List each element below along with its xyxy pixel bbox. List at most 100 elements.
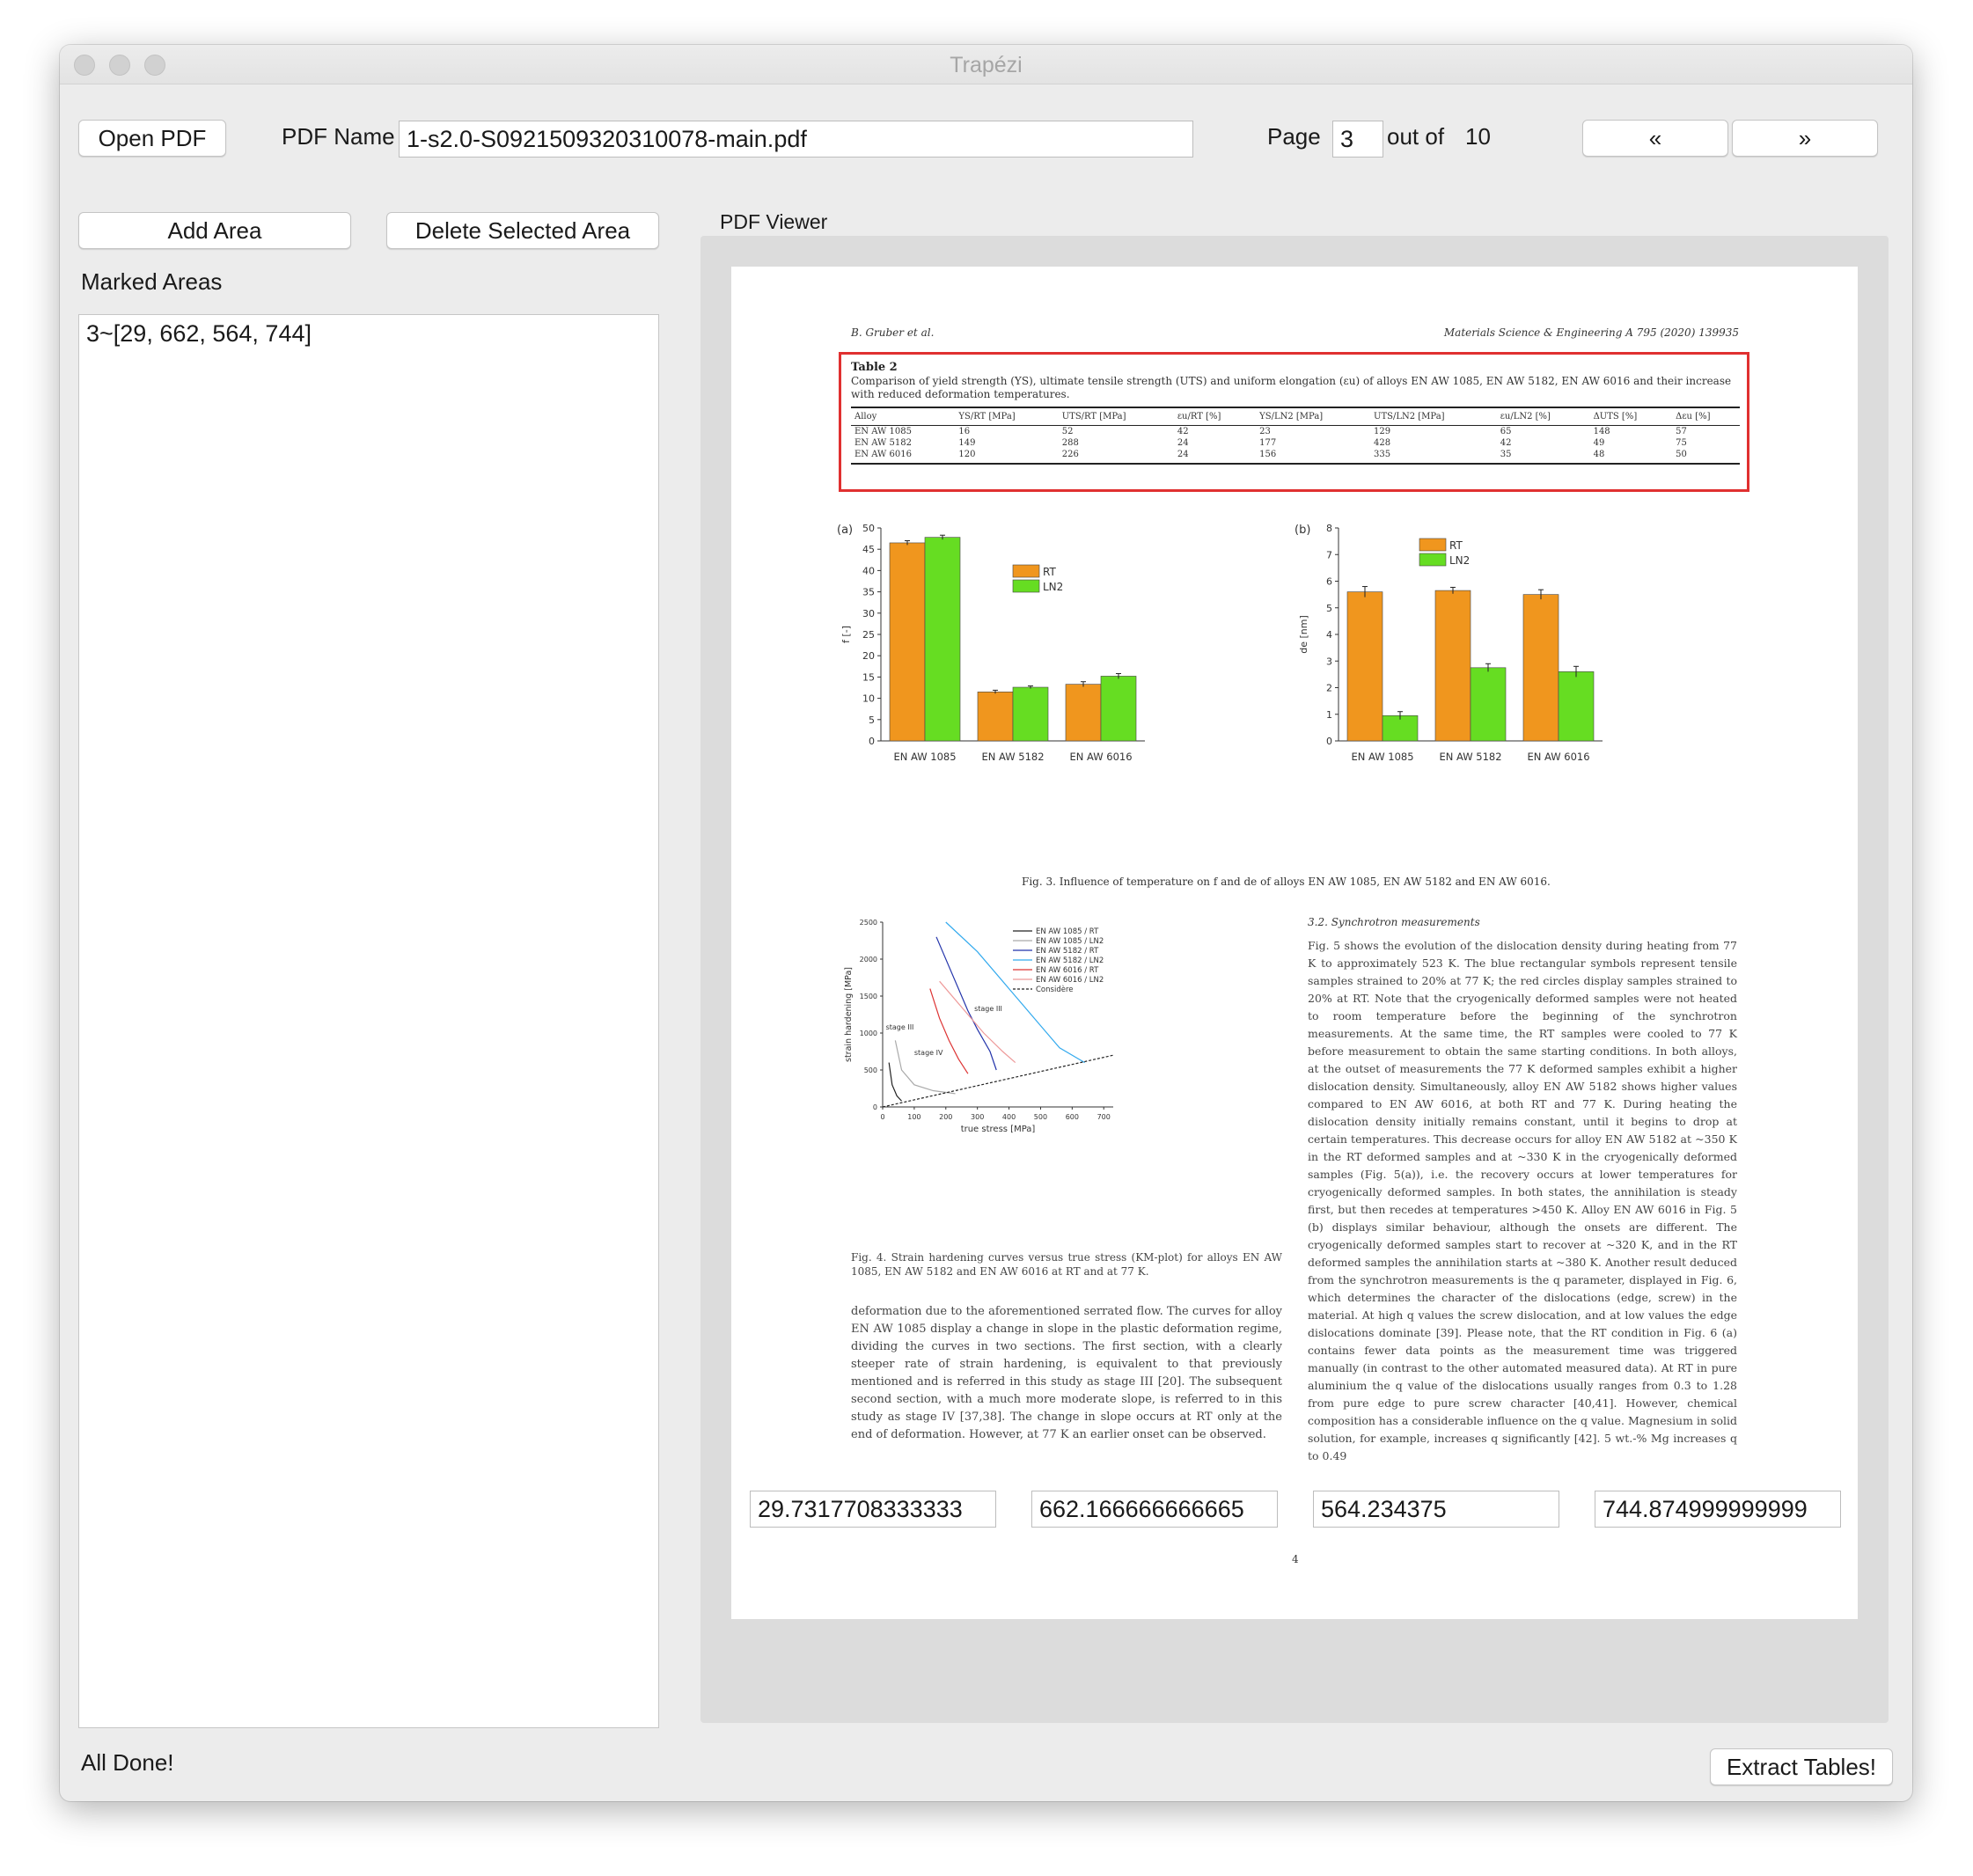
- x-tick-label: 500: [1034, 1113, 1047, 1121]
- series-line: [929, 988, 969, 1074]
- bar: [1100, 676, 1137, 742]
- y-tick-label: 40: [862, 565, 875, 576]
- coord-y1-field[interactable]: 662.166666666665: [1031, 1491, 1278, 1528]
- coord-x1-field[interactable]: 29.7317708333333: [750, 1491, 996, 1528]
- coord-y2-field[interactable]: 744.874999999999: [1595, 1491, 1841, 1528]
- y-axis-label: strain hardening [MPa]: [844, 967, 854, 1062]
- y-tick-label: 25: [862, 629, 875, 641]
- y-tick-label: 0: [1326, 736, 1332, 747]
- y-tick-label: 0: [873, 1103, 877, 1111]
- x-tick-label: 0: [880, 1113, 884, 1121]
- pdf-viewer-label: PDF Viewer: [720, 210, 828, 233]
- bar: [1434, 590, 1471, 742]
- delete-selected-area-button[interactable]: Delete Selected Area: [386, 212, 659, 249]
- y-tick-label: 500: [864, 1066, 877, 1074]
- series-line: [888, 1062, 902, 1102]
- marked-areas-label: Marked Areas: [81, 268, 223, 295]
- legend-label: EN AW 5182 / LN2: [1036, 956, 1104, 965]
- x-tick-label: EN AW 1085: [893, 751, 956, 763]
- bar: [1522, 594, 1559, 742]
- x-tick-label: EN AW 5182: [981, 751, 1044, 763]
- y-tick-label: 35: [862, 587, 875, 598]
- panel-label: (b): [1295, 524, 1310, 537]
- y-tick-label: 1: [1326, 709, 1332, 721]
- y-tick-label: 45: [862, 544, 875, 555]
- y-tick-label: 1000: [860, 1030, 877, 1037]
- legend-swatch: [1419, 553, 1447, 567]
- right-column-text: Fig. 5 shows the evolution of the disloc…: [1308, 939, 1737, 1462]
- fig3-caption: Fig. 3. Influence of temperature on f an…: [1022, 876, 1551, 888]
- y-tick-label: 7: [1326, 549, 1332, 561]
- legend-label: RT: [1043, 566, 1056, 578]
- extract-tables-button[interactable]: Extract Tables!: [1710, 1748, 1893, 1785]
- series-line: [939, 980, 1016, 1064]
- legend-label: EN AW 6016 / LN2: [1036, 976, 1104, 985]
- bar: [1558, 671, 1595, 742]
- legend-swatch: [1012, 564, 1040, 578]
- y-tick-label: 5: [1326, 603, 1332, 614]
- y-tick-label: 0: [869, 736, 875, 747]
- app-window: Trapézi Open PDF PDF Name 1-s2.0-S092150…: [60, 45, 1912, 1801]
- coord-x2-field[interactable]: 564.234375: [1313, 1491, 1559, 1528]
- bar: [1065, 684, 1102, 742]
- page-header-left: B. Gruber et al.: [851, 326, 935, 339]
- legend-label: EN AW 1085 / LN2: [1036, 937, 1104, 946]
- y-tick-label: 2: [1326, 683, 1332, 694]
- pdf-page[interactable]: B. Gruber et al. Materials Science & Eng…: [731, 267, 1858, 1619]
- out-of-label: out of: [1387, 123, 1445, 150]
- next-page-button[interactable]: »: [1732, 120, 1878, 157]
- legend-label: EN AW 6016 / RT: [1036, 966, 1099, 975]
- x-tick-label: 100: [907, 1113, 920, 1121]
- fig4-caption: Fig. 4. Strain hardening curves versus t…: [851, 1251, 1282, 1278]
- x-tick-label: EN AW 6016: [1069, 751, 1132, 763]
- y-tick-label: 8: [1326, 523, 1332, 534]
- x-tick-label: EN AW 6016: [1527, 751, 1589, 763]
- x-tick-label: 300: [971, 1113, 984, 1121]
- pdf-name-field[interactable]: 1-s2.0-S0921509320310078-main.pdf: [399, 121, 1193, 158]
- add-area-button[interactable]: Add Area: [78, 212, 351, 249]
- open-pdf-button[interactable]: Open PDF: [78, 120, 226, 157]
- y-tick-label: 10: [862, 693, 875, 705]
- annotation-label: stage III: [886, 1023, 914, 1031]
- fig3a-chart: (a) 0 5 10 15 20 25 30 35 40 45 50 f [-] EN AW 1085 EN…: [837, 523, 1145, 763]
- y-tick-label: 5: [869, 714, 875, 726]
- bar: [1012, 686, 1049, 742]
- legend-label: LN2: [1449, 554, 1470, 567]
- annotation-label: stage IV: [914, 1049, 943, 1057]
- y-tick-label: 15: [862, 671, 875, 683]
- annotation-label: stage III: [974, 1005, 1002, 1013]
- x-axis-label: true stress [MPa]: [961, 1125, 1036, 1134]
- y-tick-label: 50: [862, 523, 875, 534]
- marked-areas-list[interactable]: 3~[29, 662, 564, 744]: [78, 314, 659, 1728]
- y-axis-label: f [-]: [840, 626, 852, 643]
- legend-label: EN AW 1085 / RT: [1036, 927, 1099, 936]
- y-tick-label: 1500: [860, 993, 877, 1000]
- page-number-field[interactable]: 3: [1332, 121, 1383, 158]
- fig3b-chart: (b) 0 1 2 3 4 5 6 7 8 de [nm] EN AW 1085 EN AW 5182 E…: [1295, 523, 1603, 763]
- bar: [977, 692, 1014, 742]
- selection-rectangle[interactable]: [839, 352, 1749, 492]
- legend-label: Considère: [1036, 985, 1073, 994]
- page-number: 4: [1292, 1553, 1299, 1565]
- x-tick-label: EN AW 1085: [1351, 751, 1413, 763]
- legend-swatch: [1419, 538, 1447, 552]
- legend-label: EN AW 5182 / RT: [1036, 947, 1099, 956]
- total-pages-value: 10: [1465, 123, 1491, 150]
- pdf-name-label: PDF Name: [282, 123, 395, 150]
- previous-page-button[interactable]: «: [1582, 120, 1728, 157]
- window-title: Trapézi: [950, 53, 1023, 77]
- left-column-text: deformation due to the aforementioned se…: [851, 1305, 1282, 1441]
- legend-label: RT: [1449, 539, 1463, 552]
- legend-label: LN2: [1043, 581, 1063, 593]
- list-item[interactable]: 3~[29, 662, 564, 744]: [79, 315, 658, 353]
- y-tick-label: 2000: [860, 956, 877, 964]
- bar: [889, 542, 926, 742]
- series-line: [935, 936, 997, 1071]
- x-tick-label: 700: [1097, 1113, 1111, 1121]
- bar: [1470, 667, 1507, 742]
- section-heading: 3.2. Synchrotron measurements: [1308, 916, 1480, 928]
- page-label: Page: [1267, 123, 1321, 150]
- fig4-chart: 0 500 1000 1500 2000 2500 0 100 200 300 400 500 600 7…: [844, 919, 1114, 1134]
- x-tick-label: 400: [1002, 1113, 1016, 1121]
- x-tick-label: 600: [1066, 1113, 1079, 1121]
